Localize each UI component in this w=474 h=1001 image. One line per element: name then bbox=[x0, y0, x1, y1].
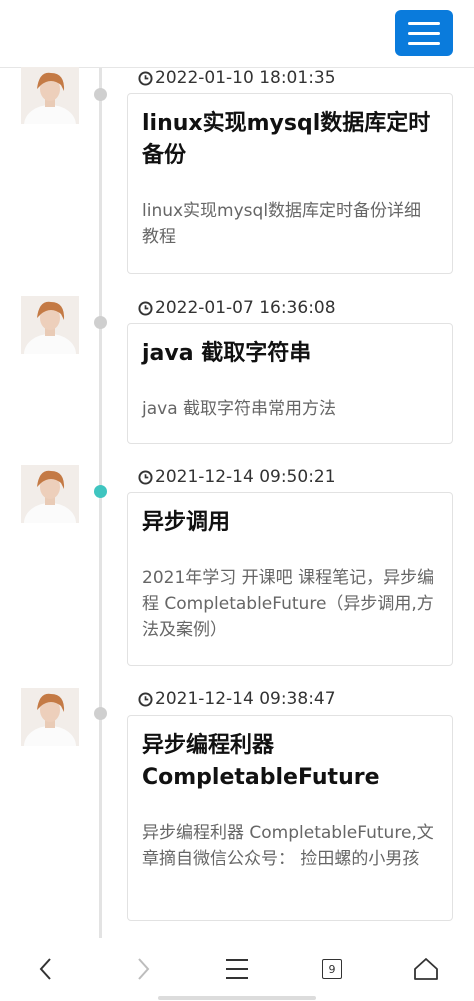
home-button[interactable] bbox=[411, 954, 441, 984]
timeline-line bbox=[99, 68, 102, 938]
post-time: 2022-01-07 16:36:08 bbox=[138, 297, 336, 319]
post-card[interactable]: java 截取字符串 java 截取字符串常用方法 bbox=[127, 323, 453, 444]
post-time-text: 2021-12-14 09:50:21 bbox=[155, 467, 336, 487]
tabs-button[interactable]: 9 bbox=[317, 954, 347, 984]
clock-icon bbox=[138, 70, 153, 86]
post-description: linux实现mysql数据库定时备份详细教程 bbox=[142, 201, 422, 247]
post-card[interactable]: linux实现mysql数据库定时备份 linux实现mysql数据库定时备份详… bbox=[127, 93, 453, 274]
browser-menu-button[interactable] bbox=[222, 954, 252, 984]
post-description: 异步编程利器 CompletableFuture,文章摘自微信公众号： 捡田螺的… bbox=[142, 823, 434, 869]
post-time: 2021-12-14 09:38:47 bbox=[138, 688, 336, 710]
post-time: 2021-12-14 09:50:21 bbox=[138, 466, 336, 488]
author-avatar[interactable] bbox=[21, 465, 79, 523]
post-title[interactable]: linux实现mysql数据库定时备份 bbox=[142, 108, 438, 172]
post-title[interactable]: 异步调用 bbox=[142, 507, 438, 539]
author-avatar[interactable] bbox=[21, 688, 79, 746]
timeline-dot bbox=[94, 707, 107, 720]
post-description: java 截取字符串常用方法 bbox=[142, 399, 337, 419]
post-title[interactable]: 异步编程利器CompletableFuture bbox=[142, 730, 438, 794]
post-card[interactable]: 异步编程利器CompletableFuture 异步编程利器 Completab… bbox=[127, 715, 453, 921]
post-time: 2022-01-10 18:01:35 bbox=[138, 67, 336, 89]
timeline-dot bbox=[94, 316, 107, 329]
clock-icon bbox=[138, 691, 153, 707]
post-time-text: 2022-01-10 18:01:35 bbox=[155, 68, 336, 88]
clock-icon bbox=[138, 300, 153, 316]
post-description: 2021年学习 开课吧 课程笔记，异步编程 CompletableFuture（… bbox=[142, 568, 435, 640]
browser-bottom-nav: 9 bbox=[0, 940, 474, 1001]
home-icon bbox=[414, 958, 438, 980]
post-time-text: 2022-01-07 16:36:08 bbox=[155, 298, 336, 318]
post-card[interactable]: 异步调用 2021年学习 开课吧 课程笔记，异步编程 CompletableFu… bbox=[127, 492, 453, 666]
clock-icon bbox=[138, 469, 153, 485]
timeline-dot-active bbox=[94, 485, 107, 498]
hamburger-menu-button[interactable] bbox=[395, 10, 453, 56]
forward-button[interactable] bbox=[128, 954, 158, 984]
hamburger-menu-icon bbox=[408, 21, 440, 25]
forward-arrow-icon bbox=[138, 958, 150, 980]
back-arrow-icon bbox=[39, 958, 51, 980]
tabs-icon: 9 bbox=[322, 959, 342, 979]
timeline-dot bbox=[94, 88, 107, 101]
author-avatar[interactable] bbox=[21, 296, 79, 354]
gesture-home-bar[interactable] bbox=[158, 996, 316, 1000]
author-avatar[interactable] bbox=[21, 67, 79, 124]
post-time-text: 2021-12-14 09:38:47 bbox=[155, 689, 336, 709]
menu-lines-icon bbox=[226, 959, 248, 979]
back-button[interactable] bbox=[31, 954, 61, 984]
post-title[interactable]: java 截取字符串 bbox=[142, 338, 438, 370]
top-header bbox=[0, 0, 474, 68]
